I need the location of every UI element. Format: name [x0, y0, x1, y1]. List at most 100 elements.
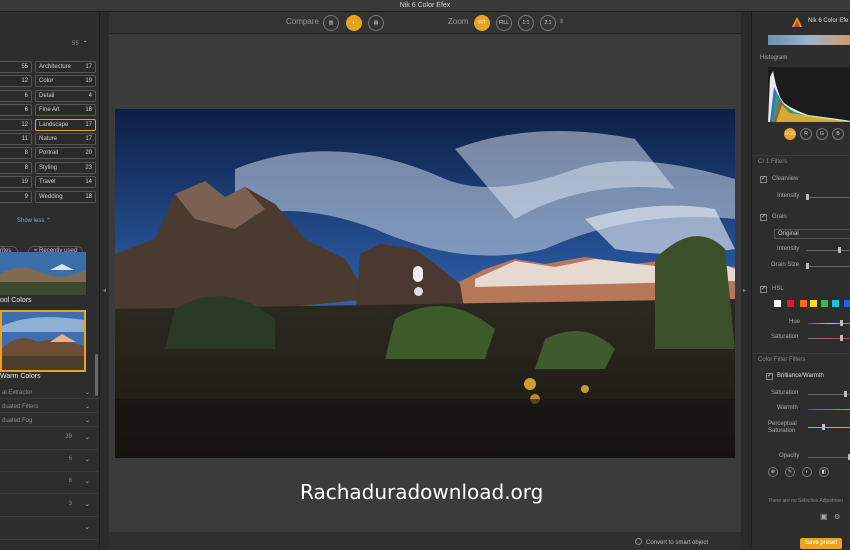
category-button[interactable]: Color 19 — [35, 75, 96, 88]
category-button[interactable]: 6 — [0, 89, 32, 102]
smart-object-checkbox[interactable]: Convert to smart object — [635, 538, 708, 546]
category-count: 17 — [85, 64, 92, 70]
category-button[interactable]: 9 — [0, 190, 32, 203]
category-label: Portrait — [39, 150, 59, 157]
category-row: 6 Detail 4 — [0, 89, 96, 104]
warmth-slider[interactable] — [808, 409, 850, 410]
list-row[interactable]: ⌄ — [0, 518, 98, 540]
hsl-swatch-orange[interactable] — [800, 300, 807, 307]
hsl-saturation-slider[interactable] — [808, 335, 850, 341]
split-toggle-icon[interactable] — [414, 287, 423, 296]
window-title: Nik 6 Color Efex — [0, 0, 850, 12]
brush-icon[interactable]: ✎ — [785, 467, 795, 477]
right-panel: Nik 6 Color Efe Histogram RGB R G B Cr 1… — [751, 12, 850, 550]
settings-icon[interactable]: ⚙ — [834, 513, 840, 521]
layers-icon[interactable]: ▣ — [820, 512, 828, 521]
zoom-menu-icon[interactable]: ⇕ — [559, 18, 564, 25]
channel-rgb-button[interactable]: RGB — [784, 128, 796, 140]
shape-icon[interactable]: ◧ — [819, 467, 829, 477]
category-button[interactable]: Nature 17 — [35, 132, 96, 145]
category-button[interactable]: 8 — [0, 147, 32, 160]
category-button[interactable]: 11 — [0, 132, 32, 145]
zoom-fit-button[interactable]: FIT — [474, 15, 490, 31]
collapse-right-icon[interactable]: ▸ — [743, 287, 746, 294]
compare-split-icon[interactable]: ▥ — [323, 15, 339, 31]
split-handle-icon[interactable] — [413, 266, 423, 282]
category-row: 8 Styling 23 — [0, 161, 96, 176]
brilliance-checkbox[interactable]: ✓ — [766, 373, 773, 380]
category-button[interactable]: Styling 23 — [35, 161, 96, 174]
grain-intensity-slider[interactable] — [806, 247, 850, 253]
hsl-swatch-cyan[interactable] — [832, 300, 839, 307]
list-row[interactable]: 6 ⌄ — [0, 472, 98, 494]
category-count: 18 — [85, 107, 92, 114]
hsl-swatch-red[interactable] — [787, 300, 794, 307]
clearview-intensity-slider[interactable] — [806, 194, 850, 200]
grain-checkbox[interactable]: ✓ — [760, 214, 767, 221]
preview-area: Compare ▥ ◐ ▤ Zoom FIT FILL 1:1 2:1 ⇕ ◂ … — [103, 12, 746, 550]
perceptual-saturation-slider[interactable] — [808, 424, 850, 430]
photo-preview[interactable] — [115, 109, 735, 458]
hsl-saturation-label: Saturation — [771, 334, 799, 340]
filter-section-fog[interactable]: duated Fog ⌄ — [0, 415, 98, 427]
gradient-icon[interactable]: ◐ — [802, 467, 812, 477]
list-row[interactable]: 39 ⌄ — [0, 428, 98, 450]
save-preset-button[interactable]: Save preset — [800, 538, 842, 549]
channel-g-button[interactable]: G — [816, 128, 828, 140]
category-button[interactable]: Portrait 20 — [35, 147, 96, 160]
category-row: 8 Portrait 20 — [0, 147, 96, 161]
category-button[interactable]: Landscape 17 — [35, 118, 96, 131]
category-button[interactable]: 12 — [0, 75, 32, 88]
category-header[interactable]: 55 ⌃ — [72, 40, 88, 47]
clearview-checkbox[interactable]: ✓ — [760, 176, 767, 183]
category-button[interactable]: Travel 14 — [35, 176, 96, 189]
zoom-2to1-button[interactable]: 2:1 — [540, 15, 556, 31]
zoom-1to1-button[interactable]: 1:1 — [518, 15, 534, 31]
channel-r-button[interactable]: R — [800, 128, 812, 140]
preset-thumbnail-warm[interactable] — [0, 310, 86, 372]
hsl-swatch-white[interactable] — [774, 300, 781, 307]
nik-logo-icon — [792, 17, 802, 27]
list-row[interactable]: 6 ⌄ — [0, 450, 98, 472]
category-button[interactable]: 12 — [0, 118, 32, 131]
preset-thumbnail-cool[interactable] — [0, 252, 86, 295]
category-button[interactable]: Wedding 18 — [35, 190, 96, 203]
preset-label-warm: Warm Colors — [0, 373, 41, 380]
category-label: Styling — [39, 164, 58, 171]
compare-sidebyside-icon[interactable]: ◐ — [346, 15, 362, 31]
filter-section-extractor[interactable]: al Extractor ⌄ — [0, 387, 98, 399]
category-button[interactable]: Architecture 17 — [35, 61, 96, 73]
category-count: 20 — [85, 150, 92, 157]
category-label: Architecture — [39, 64, 72, 70]
filter-section-graduated[interactable]: duated Filters ⌄ — [0, 401, 98, 413]
category-button[interactable]: 55 — [0, 61, 32, 73]
category-count: 17 — [85, 121, 92, 128]
hsl-swatch-blue[interactable] — [844, 300, 850, 307]
hsl-swatch-green[interactable] — [821, 300, 828, 307]
category-button[interactable]: Fine Art 18 — [35, 104, 96, 117]
category-button[interactable]: 8 — [0, 161, 32, 174]
category-button[interactable]: 19 — [0, 176, 32, 189]
hsl-checkbox[interactable]: ✓ — [760, 286, 767, 293]
compare-original-icon[interactable]: ▤ — [368, 15, 384, 31]
category-button[interactable]: Detail 4 — [35, 89, 96, 102]
control-point-icon[interactable]: ⊕ — [768, 467, 778, 477]
zoom-fill-button[interactable]: FILL — [496, 15, 512, 31]
collapse-left-icon[interactable]: ◂ — [103, 287, 106, 294]
show-less-link[interactable]: Show less ⌃ — [17, 217, 51, 224]
hsl-swatch-yellow[interactable] — [810, 300, 817, 307]
list-row[interactable]: 3 ⌄ — [0, 495, 98, 517]
opacity-slider[interactable] — [808, 454, 850, 460]
watermark-text: Rachaduradownload.org — [300, 480, 544, 504]
category-count: 19 — [85, 78, 92, 85]
filter-group-header[interactable]: Cr 1 Filters — [752, 155, 850, 167]
category-label: Travel — [39, 179, 56, 186]
brilliance-saturation-label: Saturation — [771, 390, 799, 396]
grain-type-select[interactable]: Original — [774, 229, 850, 239]
brilliance-saturation-slider[interactable] — [808, 391, 850, 397]
grain-size-slider[interactable] — [806, 263, 850, 269]
hue-slider[interactable] — [808, 320, 850, 326]
channel-b-button[interactable]: B — [832, 128, 844, 140]
category-button[interactable]: 6 — [0, 104, 32, 117]
filter-group-header-2[interactable]: Color Filter Filters — [752, 353, 850, 365]
